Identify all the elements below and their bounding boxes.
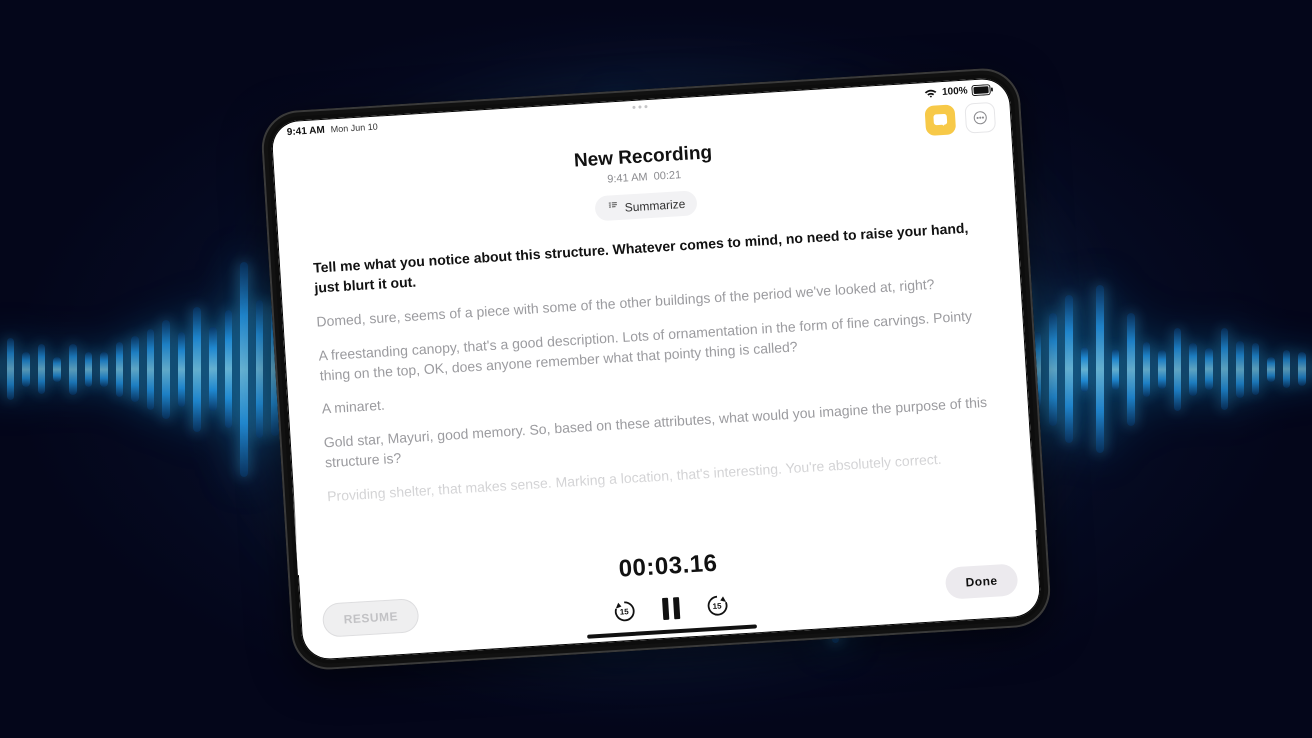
- battery-icon: [971, 84, 994, 96]
- status-date: Mon Jun 10: [330, 122, 378, 135]
- resume-button[interactable]: RESUME: [322, 598, 420, 638]
- more-options-button[interactable]: [964, 102, 996, 134]
- transcript-toggle-button[interactable]: [924, 104, 956, 136]
- wifi-icon: [924, 88, 939, 99]
- transcript-area[interactable]: Tell me what you notice about this struc…: [277, 196, 1036, 576]
- battery-percent: 100%: [942, 85, 968, 98]
- skip-back-button[interactable]: 15: [612, 599, 637, 624]
- skip-forward-button[interactable]: 15: [704, 593, 729, 618]
- summarize-label: Summarize: [624, 196, 685, 214]
- summarize-icon: [606, 200, 619, 216]
- done-button[interactable]: Done: [945, 563, 1019, 599]
- pause-button[interactable]: [661, 597, 679, 620]
- screen: 9:41 AM Mon Jun 10 100% New Rec: [270, 77, 1042, 661]
- status-time: 9:41 AM: [287, 125, 326, 138]
- ipad-device-frame: 9:41 AM Mon Jun 10 100% New Rec: [260, 66, 1053, 671]
